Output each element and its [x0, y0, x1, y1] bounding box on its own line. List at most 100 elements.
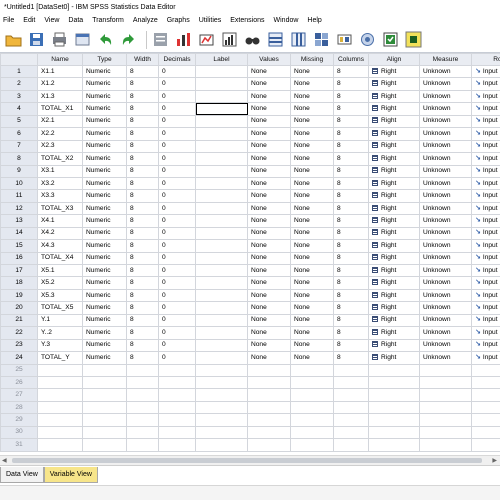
menu-edit[interactable]: Edit — [23, 17, 35, 24]
name-cell[interactable]: X1.2 — [37, 77, 83, 91]
measure-cell[interactable]: Unknown — [419, 226, 472, 241]
row-number[interactable]: 11 — [0, 189, 38, 203]
row-number[interactable]: 2 — [0, 77, 38, 91]
decimals-cell[interactable]: 0 — [158, 239, 196, 253]
width-cell[interactable]: 8 — [126, 77, 159, 91]
empty-cell[interactable] — [247, 425, 291, 440]
empty-cell[interactable] — [247, 375, 291, 390]
empty-cell[interactable] — [471, 438, 500, 452]
menu-analyze[interactable]: Analyze — [133, 17, 158, 24]
columns-cell[interactable]: 8 — [333, 164, 369, 178]
type-cell[interactable]: Numeric — [82, 152, 127, 166]
measure-cell[interactable]: Unknown — [419, 288, 472, 303]
align-cell[interactable]: Right — [368, 251, 420, 266]
values-cell[interactable]: None — [247, 176, 291, 191]
columns-cell[interactable]: 8 — [333, 288, 369, 303]
row-number[interactable]: 16 — [0, 251, 38, 266]
name-cell[interactable]: X3.3 — [37, 189, 83, 203]
empty-cell[interactable] — [37, 388, 83, 402]
missing-cell[interactable]: None — [290, 214, 334, 228]
missing-cell[interactable]: None — [290, 189, 334, 203]
row-number[interactable]: 26 — [0, 375, 38, 390]
empty-cell[interactable] — [126, 413, 159, 427]
role-cell[interactable]: ↘ Input — [471, 351, 500, 365]
label-cell[interactable] — [195, 152, 248, 166]
type-cell[interactable]: Numeric — [82, 313, 127, 328]
empty-cell[interactable] — [471, 413, 500, 427]
missing-cell[interactable]: None — [290, 114, 334, 129]
name-cell[interactable]: X5.3 — [37, 288, 83, 303]
row-number[interactable]: 8 — [0, 152, 38, 166]
row-number[interactable]: 9 — [0, 164, 38, 178]
values-cell[interactable]: None — [247, 251, 291, 266]
name-cell[interactable]: X2.3 — [37, 139, 83, 154]
align-cell[interactable]: Right — [368, 338, 420, 353]
label-cell[interactable] — [195, 263, 248, 278]
missing-cell[interactable]: None — [290, 313, 334, 328]
align-cell[interactable]: Right — [368, 89, 420, 104]
width-cell[interactable]: 8 — [126, 152, 159, 166]
column-header-width[interactable]: Width — [126, 53, 159, 66]
empty-cell[interactable] — [37, 400, 83, 415]
missing-cell[interactable]: None — [290, 338, 334, 353]
type-cell[interactable]: Numeric — [82, 127, 127, 141]
menu-help[interactable]: Help — [307, 17, 321, 24]
measure-cell[interactable]: Unknown — [419, 102, 472, 116]
empty-cell[interactable] — [247, 438, 291, 452]
label-cell[interactable] — [195, 139, 248, 154]
width-cell[interactable]: 8 — [126, 139, 159, 154]
align-cell[interactable]: Right — [368, 288, 420, 303]
empty-cell[interactable] — [368, 388, 420, 402]
label-cell[interactable] — [195, 176, 248, 191]
columns-cell[interactable]: 8 — [333, 127, 369, 141]
menu-graphs[interactable]: Graphs — [167, 17, 190, 24]
role-cell[interactable]: ↘ Input — [471, 313, 500, 328]
role-cell[interactable]: ↘ Input — [471, 239, 500, 253]
row-number[interactable]: 20 — [0, 301, 38, 315]
missing-cell[interactable]: None — [290, 263, 334, 278]
goto-case-icon[interactable] — [151, 30, 170, 49]
label-cell[interactable] — [195, 77, 248, 91]
width-cell[interactable]: 8 — [126, 239, 159, 253]
name-cell[interactable]: X1.1 — [37, 64, 83, 79]
role-cell[interactable]: ↘ Input — [471, 114, 500, 129]
row-number[interactable]: 31 — [0, 438, 38, 452]
menu-view[interactable]: View — [44, 17, 59, 24]
empty-cell[interactable] — [290, 388, 334, 402]
empty-cell[interactable] — [333, 400, 369, 415]
decimals-cell[interactable]: 0 — [158, 338, 196, 353]
empty-cell[interactable] — [37, 438, 83, 452]
menu-data[interactable]: Data — [68, 17, 83, 24]
align-cell[interactable]: Right — [368, 152, 420, 166]
columns-cell[interactable]: 8 — [333, 64, 369, 79]
name-cell[interactable]: X4.2 — [37, 226, 83, 241]
measure-cell[interactable]: Unknown — [419, 189, 472, 203]
columns-cell[interactable]: 8 — [333, 263, 369, 278]
name-cell[interactable]: X1.3 — [37, 89, 83, 104]
empty-cell[interactable] — [37, 425, 83, 440]
row-number[interactable]: 30 — [0, 425, 38, 440]
values-cell[interactable]: None — [247, 263, 291, 278]
empty-cell[interactable] — [419, 375, 472, 390]
decimals-cell[interactable]: 0 — [158, 176, 196, 191]
column-header-type[interactable]: Type — [82, 53, 127, 66]
columns-cell[interactable]: 8 — [333, 201, 369, 216]
label-cell[interactable] — [195, 164, 248, 178]
name-cell[interactable]: X3.2 — [37, 176, 83, 191]
align-cell[interactable]: Right — [368, 226, 420, 241]
label-cell[interactable] — [195, 127, 248, 141]
label-cell[interactable] — [195, 64, 248, 79]
label-cell[interactable] — [195, 251, 248, 266]
values-cell[interactable]: None — [247, 239, 291, 253]
empty-cell[interactable] — [158, 375, 196, 390]
empty-cell[interactable] — [419, 425, 472, 440]
align-cell[interactable]: Right — [368, 301, 420, 315]
name-cell[interactable]: X3.1 — [37, 164, 83, 178]
empty-cell[interactable] — [195, 400, 248, 415]
align-cell[interactable]: Right — [368, 114, 420, 129]
empty-cell[interactable] — [158, 388, 196, 402]
role-cell[interactable]: ↘ Input — [471, 189, 500, 203]
empty-cell[interactable] — [126, 363, 159, 377]
measure-cell[interactable]: Unknown — [419, 313, 472, 328]
empty-cell[interactable] — [290, 400, 334, 415]
